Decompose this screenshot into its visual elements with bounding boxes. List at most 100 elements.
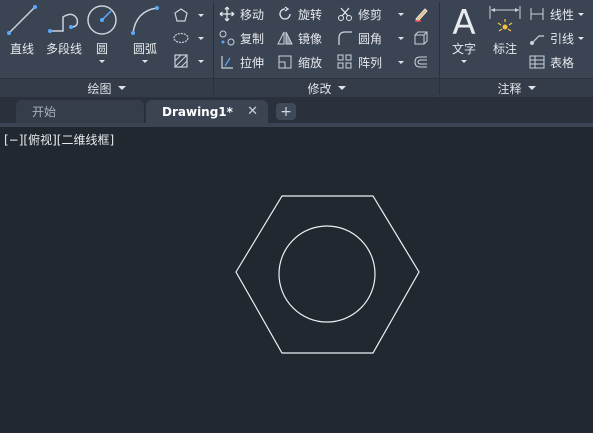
fillet-dropdown-icon[interactable] [398, 36, 405, 40]
hexagon-shape[interactable] [235, 195, 420, 354]
mirror-icon [276, 29, 294, 47]
arc-icon [128, 3, 162, 37]
arc-label: 圆弧 [132, 42, 157, 56]
dimension-icon [488, 3, 522, 37]
annotation-panel-title-text: 注释 [497, 81, 522, 96]
modify-panel-title-text: 修改 [307, 81, 332, 96]
trim-icon [336, 5, 354, 23]
arc-tool[interactable]: 圆弧 [128, 3, 162, 63]
close-icon[interactable]: ✕ [247, 104, 258, 119]
text-icon: A [447, 3, 481, 37]
linear-dimension-icon [528, 5, 546, 23]
line-tool[interactable]: 直线 [6, 3, 38, 57]
polyline-icon [47, 3, 81, 37]
leader-dropdown-icon[interactable] [578, 36, 585, 40]
ellipse-dropdown-icon[interactable] [198, 36, 204, 40]
explode-icon [412, 29, 430, 47]
drawing-canvas[interactable]: [−][俯视][二维线框] [0, 127, 593, 433]
trim-tool[interactable]: 修剪 [336, 4, 405, 24]
drawing-area [235, 195, 420, 354]
circle-tool[interactable]: 圆 [86, 3, 118, 63]
circle-icon [85, 3, 119, 37]
circle-dropdown-icon[interactable] [99, 60, 105, 63]
hatch-icon [172, 52, 190, 70]
tab-drawing1-label: Drawing1* [162, 104, 233, 119]
trim-label: 修剪 [358, 7, 383, 22]
annotation-panel-title[interactable]: 注释 [440, 78, 593, 97]
stretch-label: 拉伸 [240, 55, 265, 70]
rotate-icon [276, 5, 294, 23]
offset-tool[interactable] [412, 52, 430, 72]
hatch-dropdown-icon[interactable] [198, 59, 204, 63]
move-tool[interactable]: 移动 [218, 4, 264, 24]
leader-tool[interactable]: 引线 [528, 28, 585, 48]
fillet-label: 圆角 [358, 31, 383, 46]
linear-tool[interactable]: 线性 [528, 4, 585, 24]
table-label: 表格 [550, 55, 575, 70]
stretch-icon [218, 53, 236, 71]
line-icon [5, 3, 39, 37]
polyline-label: 多段线 [45, 42, 82, 56]
polyline-tool[interactable]: 多段线 [44, 3, 84, 57]
svg-text:A: A [452, 3, 475, 37]
polygon-tool[interactable] [172, 5, 204, 25]
text-label: 文字 [451, 42, 476, 56]
hatch-tool[interactable] [172, 51, 204, 71]
mirror-tool[interactable]: 镜像 [276, 28, 322, 48]
annotation-panel-expand-icon [527, 86, 536, 90]
annotation-panel: A 文字 标注 线性 引线 表格 注释 [440, 0, 593, 97]
fillet-tool[interactable]: 圆角 [336, 28, 405, 48]
copy-tool[interactable]: 复制 [218, 28, 264, 48]
scale-tool[interactable]: 缩放 [276, 52, 322, 72]
new-tab-button[interactable]: + [276, 103, 296, 120]
file-tab-bar: 开始 Drawing1* ✕ + [0, 97, 593, 123]
linear-dropdown-icon[interactable] [578, 12, 585, 16]
ribbon: 直线 多段线 圆 圆弧 绘图 移动 复制 拉伸 旋转 镜像 缩放 修剪 圆角 阵… [0, 0, 593, 97]
draw-panel: 直线 多段线 圆 圆弧 绘图 [0, 0, 213, 97]
fillet-icon [336, 29, 354, 47]
array-label: 阵列 [358, 55, 383, 70]
polygon-icon [172, 6, 190, 24]
polygon-dropdown-icon[interactable] [198, 13, 204, 17]
scale-icon [276, 53, 294, 71]
circle-shape[interactable] [278, 225, 376, 323]
table-icon [528, 53, 546, 71]
arc-dropdown-icon[interactable] [142, 60, 148, 63]
ellipse-tool[interactable] [172, 28, 204, 48]
scale-label: 缩放 [298, 55, 323, 70]
text-dropdown-icon[interactable] [461, 60, 467, 63]
linear-label: 线性 [550, 7, 575, 22]
ellipse-icon [172, 29, 190, 47]
copy-label: 复制 [240, 31, 265, 46]
tab-start-label: 开始 [32, 105, 57, 119]
tab-start[interactable]: 开始 [16, 100, 144, 123]
circle-label: 圆 [95, 42, 108, 56]
offset-icon [412, 53, 430, 71]
line-label: 直线 [9, 42, 34, 56]
leader-icon [528, 29, 546, 47]
erase-tool[interactable] [412, 4, 430, 24]
modify-panel: 移动 复制 拉伸 旋转 镜像 缩放 修剪 圆角 阵列 修改 [214, 0, 439, 97]
array-dropdown-icon[interactable] [398, 60, 405, 64]
leader-label: 引线 [550, 31, 575, 46]
draw-panel-expand-icon [117, 86, 126, 90]
table-tool[interactable]: 表格 [528, 52, 574, 72]
trim-dropdown-icon[interactable] [398, 12, 405, 16]
text-tool[interactable]: A 文字 [448, 3, 480, 63]
copy-icon [218, 29, 236, 47]
draw-panel-title-text: 绘图 [87, 81, 112, 96]
rotate-label: 旋转 [298, 7, 323, 22]
rotate-tool[interactable]: 旋转 [276, 4, 322, 24]
move-label: 移动 [240, 7, 265, 22]
eraser-icon [412, 5, 430, 23]
array-icon [336, 53, 354, 71]
move-icon [218, 5, 236, 23]
array-tool[interactable]: 阵列 [336, 52, 405, 72]
draw-panel-title[interactable]: 绘图 [0, 78, 213, 97]
dimension-label: 标注 [492, 42, 517, 56]
tab-drawing1[interactable]: Drawing1* ✕ [146, 100, 268, 123]
stretch-tool[interactable]: 拉伸 [218, 52, 264, 72]
modify-panel-title[interactable]: 修改 [214, 78, 439, 97]
dimension-tool[interactable]: 标注 [488, 3, 522, 57]
explode-tool[interactable] [412, 28, 430, 48]
